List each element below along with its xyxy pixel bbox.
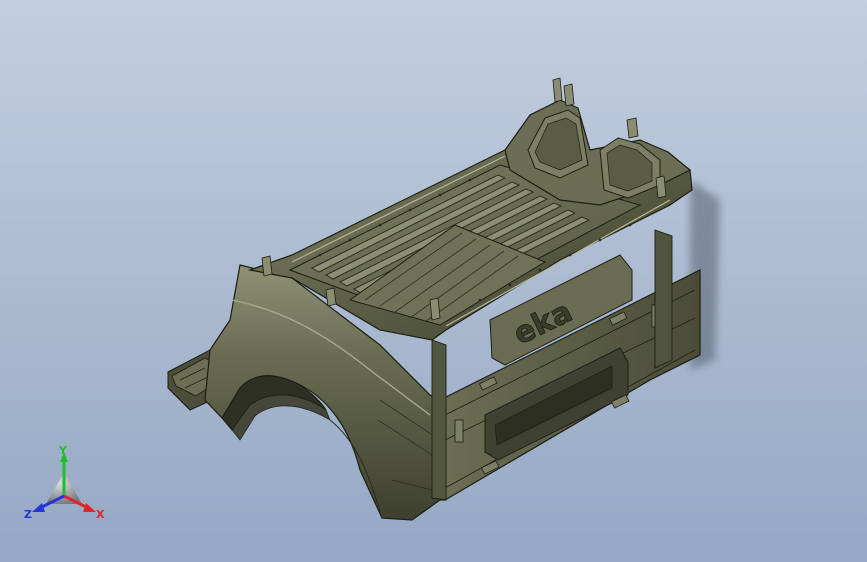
x-axis-label: X <box>96 508 105 521</box>
z-axis-label: Z <box>24 508 32 521</box>
z-axis-arrow <box>32 503 45 512</box>
y-axis-label: Y <box>58 446 68 457</box>
axis-triad: Y X Z <box>24 446 105 521</box>
rear-right-post <box>654 229 673 369</box>
cad-model[interactable]: eka <box>0 0 867 562</box>
rear-corner-strip <box>431 339 447 501</box>
graphics-viewport[interactable]: eka Y X Z <box>0 0 867 562</box>
x-axis-arrow <box>83 503 96 512</box>
